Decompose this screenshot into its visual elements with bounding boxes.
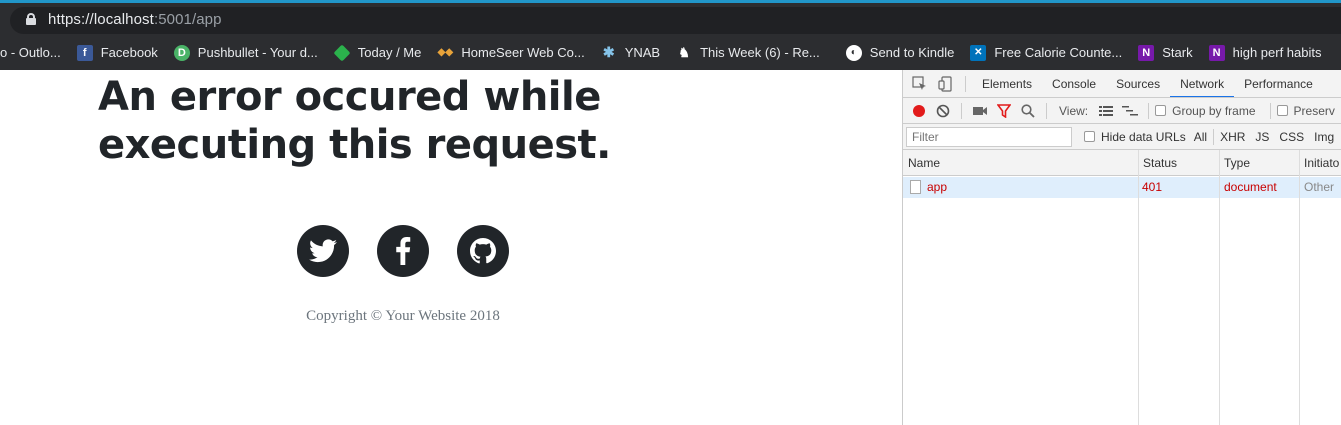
bookmark-rtm[interactable]: ♞ This Week (6) - Re... [670,39,830,67]
overview-button[interactable] [1118,99,1142,123]
tab-elements[interactable]: Elements [972,70,1042,97]
group-by-frame-checkbox[interactable] [1155,105,1167,116]
bookmark-pushbullet[interactable]: D Pushbullet - Your d... [168,39,328,67]
record-icon [913,104,925,117]
list-icon [1099,105,1114,116]
toolbar-divider [1213,128,1215,145]
pushbullet-icon: D [173,44,190,61]
ynab-icon: ✱ [602,44,615,60]
bookmark-calorie-counter[interactable]: ✕ Free Calorie Counte... [964,39,1132,67]
waterfall-icon [1122,105,1139,115]
search-icon [1021,103,1035,118]
network-toolbar: View: Group by frame Preserv [903,98,1341,124]
toolbar-divider [1046,102,1047,119]
tab-performance[interactable]: Performance [1234,70,1323,97]
bookmark-send-to-kindle[interactable]: ◐ Send to Kindle [830,39,965,67]
clear-button[interactable] [931,99,955,123]
capture-screenshots-button[interactable] [968,99,992,123]
page-content: An error occured while executing this re… [0,70,902,425]
document-icon [910,180,921,194]
search-button[interactable] [1016,99,1040,123]
type-filter-js[interactable]: JS [1255,130,1269,144]
bookmark-feedly[interactable]: Today / Me [328,39,432,67]
request-name[interactable]: app [927,180,947,194]
column-divider[interactable] [1219,150,1220,425]
table-row[interactable]: app 401 document Other [903,177,1341,198]
hide-data-urls-label: Hide data URLs [1101,129,1186,144]
funnel-icon [997,103,1011,118]
column-divider[interactable] [1138,150,1139,425]
filter-bar: Hide data URLs All XHR JS CSS Img M [903,124,1341,150]
onenote-icon: N [1208,44,1225,61]
bookmark-facebook[interactable]: f Facebook [71,39,168,67]
bookmarks-bar: o - Outlo... f Facebook D Pushbullet - Y… [0,35,1341,70]
preserve-log-label: Preserv [1293,103,1335,118]
facebook-link[interactable] [377,225,429,277]
preserve-log-checkbox[interactable] [1276,105,1288,116]
request-type: document [1224,180,1277,194]
type-filter-xhr[interactable]: XHR [1220,130,1245,144]
globe-icon: ◐ [845,44,862,61]
facebook-icon [396,237,411,265]
homeseer-icon: ◆◆ [437,47,454,58]
bookmark-outlook[interactable]: o - Outlo... [0,39,71,67]
column-status[interactable]: Status [1143,156,1177,170]
bookmark-high-perf-habits[interactable]: N high perf habits [1203,39,1332,67]
url-text[interactable]: https://localhost:5001/app [48,11,222,28]
toolbar-divider [965,75,966,92]
toolbar-divider [1148,102,1150,119]
tab-network[interactable]: Network [1170,70,1235,97]
bookmark-homeseer[interactable]: ◆◆ HomeSeer Web Co... [431,39,594,67]
bookmark-stark[interactable]: N Stark [1132,39,1202,67]
calorie-icon: ✕ [970,44,987,61]
error-headline: An error occured while executing this re… [98,74,611,168]
devtools-tab-bar: Elements Console Sources Network Perform… [903,70,1341,98]
twitter-icon [309,239,337,263]
facebook-icon: f [76,44,93,61]
bookmark-ynab[interactable]: ✱ YNAB [595,39,670,67]
github-icon [470,238,496,264]
inspect-element-button[interactable] [907,70,933,97]
device-icon [938,75,952,92]
view-label: View: [1059,103,1089,118]
toolbar-divider [1269,102,1271,119]
filter-toggle-button[interactable] [992,99,1016,123]
large-rows-button[interactable] [1094,99,1118,123]
video-camera-icon [973,106,987,115]
address-bar[interactable]: https://localhost:5001/app [0,3,1341,35]
github-link[interactable] [457,225,509,277]
column-divider[interactable] [1299,150,1300,425]
rtm-icon: ♞ [678,44,690,60]
lock-icon[interactable] [26,13,36,25]
request-initiator: Other [1304,180,1335,194]
social-links [297,225,509,277]
group-by-frame-label: Group by frame [1172,103,1256,118]
feedly-icon [333,44,351,61]
request-status: 401 [1142,180,1163,194]
network-requests-table: Name Status Type Initiato app 401 docume… [903,150,1341,425]
copyright-text: Copyright © Your Website 2018 [306,308,500,324]
type-filter-all[interactable]: All [1194,130,1207,144]
tab-sources[interactable]: Sources [1106,70,1170,97]
cursor-icon [912,75,926,90]
type-filter-img[interactable]: Img [1314,130,1334,144]
type-filter-css[interactable]: CSS [1279,130,1304,144]
column-initiator[interactable]: Initiato [1304,156,1339,170]
onenote-icon: N [1138,44,1155,61]
record-button[interactable] [907,99,931,123]
table-header: Name Status Type Initiato [903,150,1341,176]
hide-data-urls-checkbox[interactable] [1084,131,1095,142]
column-name[interactable]: Name [908,156,940,170]
toolbar-divider [961,102,962,119]
column-type[interactable]: Type [1224,156,1250,170]
devtools-panel: Elements Console Sources Network Perform… [902,70,1341,425]
filter-input[interactable] [906,126,1072,147]
tab-console[interactable]: Console [1042,70,1106,97]
block-icon [936,104,950,117]
twitter-link[interactable] [297,225,349,277]
device-toolbar-button[interactable] [933,70,959,97]
